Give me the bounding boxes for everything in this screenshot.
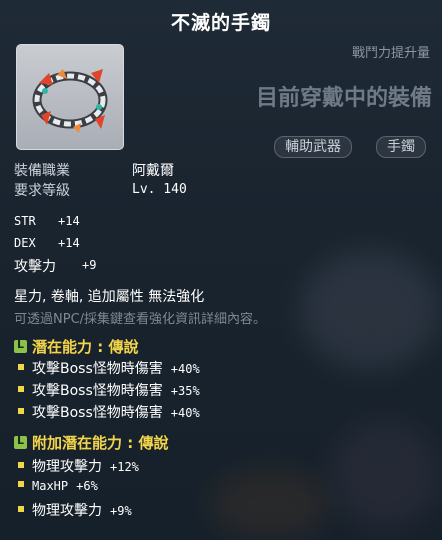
- potential-line-text: 攻擊Boss怪物時傷害: [32, 405, 163, 421]
- job-value: 阿戴爾: [132, 163, 174, 179]
- additional-line-value: +6%: [76, 479, 98, 493]
- potential-line-value: +40%: [170, 406, 200, 420]
- potential-line-text: 攻擊Boss怪物時傷害: [32, 383, 163, 399]
- stat-str-name: STR: [14, 214, 36, 228]
- bullet-icon: [18, 462, 24, 468]
- item-title: 不滅的手鐲: [170, 12, 271, 34]
- bullet-icon: [18, 408, 24, 414]
- legendary-badge-icon: [14, 338, 27, 353]
- additional-potential-header: 附加潛在能力 : 傳說: [14, 432, 168, 453]
- bullet-icon: [18, 364, 24, 370]
- potential-line-text: 攻擊Boss怪物時傷害: [32, 361, 163, 377]
- additional-line-text: MaxHP: [32, 479, 69, 493]
- tag-item-category: 手鐲: [376, 136, 426, 158]
- additional-line-value: +12%: [110, 460, 139, 474]
- additional-line-text: 物理攻擊力: [32, 503, 102, 519]
- additional-line-text: 物理攻擊力: [32, 459, 102, 475]
- enhance-restriction: 星力, 卷軸, 追加屬性 無法強化: [14, 289, 205, 305]
- tag-item-type: 輔助武器: [274, 136, 352, 158]
- stat-attack-value: +9: [82, 258, 97, 272]
- additional-line: MaxHP +6%: [18, 478, 98, 494]
- additional-line: 物理攻擊力 +12%: [18, 456, 139, 476]
- legendary-badge-icon: [14, 434, 27, 449]
- currently-equipped-label: 目前穿戴中的裝備: [255, 86, 432, 111]
- bullet-icon: [18, 386, 24, 392]
- potential-line-value: +40%: [170, 362, 200, 376]
- bg-decoration: [210, 470, 330, 540]
- item-icon-frame: [16, 44, 124, 150]
- level-label: 要求等級: [14, 183, 70, 199]
- bullet-icon: [18, 506, 24, 512]
- potential-line: 攻擊Boss怪物時傷害 +40%: [18, 402, 200, 422]
- bg-decoration: [330, 420, 440, 530]
- potential-line: 攻擊Boss怪物時傷害 +40%: [18, 358, 200, 378]
- bracelet-item-icon: [32, 69, 108, 133]
- potential-header: 潛在能力 : 傳說: [14, 336, 138, 357]
- stat-dex-name: DEX: [14, 236, 36, 250]
- potential-header-text: 潛在能力 : 傳說: [32, 338, 139, 356]
- stat-str-value: +14: [58, 214, 80, 228]
- potential-line: 攻擊Boss怪物時傷害 +35%: [18, 380, 200, 400]
- additional-line-value: +9%: [110, 504, 132, 518]
- job-label: 裝備職業: [14, 163, 70, 179]
- bg-decoration: [300, 250, 440, 370]
- enhance-hint: 可透過NPC/採集鍵查看強化資訊詳細內容。: [14, 312, 267, 327]
- bullet-icon: [18, 481, 24, 487]
- additional-line: 物理攻擊力 +9%: [18, 500, 132, 520]
- item-tooltip: 不滅的手鐲 戰鬥力提升量 目前穿戴中的裝備 輔助武器 手鐲 裝備職業 阿戴爾 要…: [0, 0, 442, 540]
- power-increase-label: 戰鬥力提升量: [351, 46, 430, 61]
- level-value: Lv. 140: [132, 182, 187, 197]
- potential-line-value: +35%: [170, 384, 200, 398]
- stat-attack-name: 攻擊力: [14, 259, 56, 275]
- additional-header-text: 附加潛在能力 : 傳說: [32, 434, 169, 452]
- stat-dex-value: +14: [58, 236, 80, 250]
